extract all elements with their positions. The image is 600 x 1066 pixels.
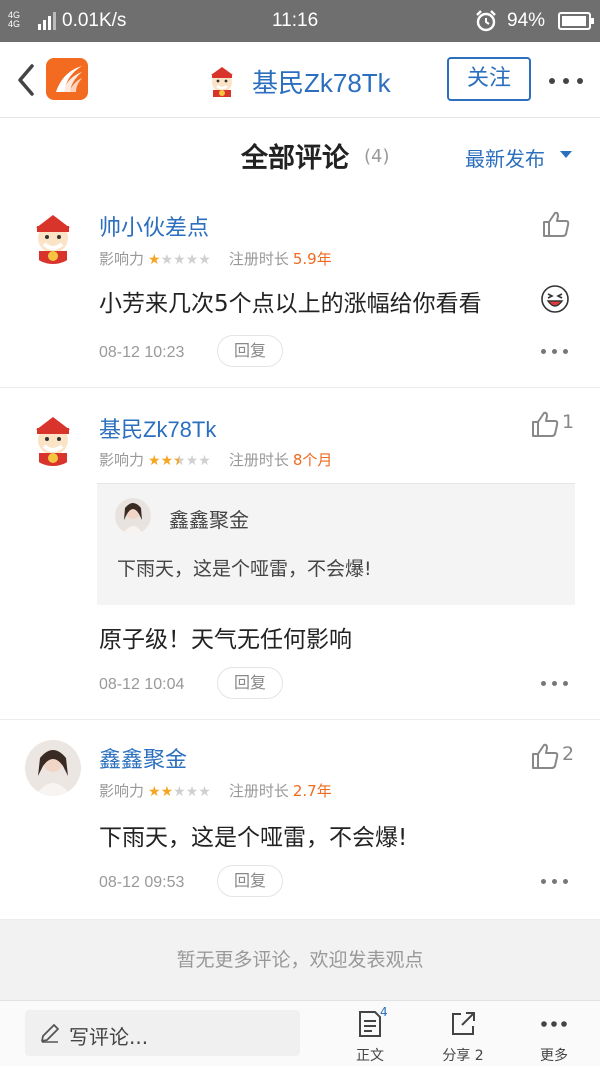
no-more-comments: 暂无更多评论，欢迎发表观点	[0, 920, 600, 1000]
comment-text: 下雨天，这是个哑雷，不会爆!	[99, 825, 408, 851]
quote-text: 下雨天，这是个哑雷，不会爆!	[117, 558, 372, 580]
username[interactable]: 鑫鑫聚金	[99, 742, 187, 774]
comment-text: 小芳来几次5个点以上的涨幅给你看看	[99, 291, 482, 317]
influence-stars: ★★★★★★	[148, 453, 211, 469]
comment-time: 08-12 10:04	[99, 676, 185, 693]
share-button[interactable]: 分享 2	[433, 1007, 493, 1064]
header-username[interactable]: 基民Zk78Tk	[252, 63, 391, 100]
caret-down-icon[interactable]	[560, 151, 572, 158]
more-dots-icon[interactable]	[549, 78, 583, 84]
reply-button[interactable]: 回复	[217, 865, 283, 897]
like-count: 1	[562, 411, 575, 433]
avatar[interactable]	[25, 208, 81, 264]
alarm-icon	[476, 10, 496, 32]
battery-icon	[558, 12, 594, 30]
status-bar: 4G 4G 0.01K/s 11:16 94%	[0, 0, 600, 42]
top-nav: 基民Zk78Tk 关注	[0, 42, 600, 118]
share-icon	[452, 1012, 475, 1035]
comments-title: 全部评论	[241, 143, 349, 174]
quoted-comment[interactable]: 鑫鑫聚金 下雨天，这是个哑雷，不会爆!	[97, 483, 575, 605]
quote-avatar	[115, 498, 151, 534]
thumbs-up-icon[interactable]	[530, 410, 560, 438]
comment-item: 基民Zk78Tk 影响力★★★★★★注册时长8个月 1 鑫鑫聚金 下雨天，这是个…	[0, 388, 600, 720]
clock: 11:16	[272, 10, 319, 31]
reply-button[interactable]: 回复	[217, 335, 283, 367]
network-indicator: 4G 4G	[8, 10, 21, 29]
follow-button[interactable]: 关注	[447, 57, 531, 101]
network-speed: 0.01K/s	[62, 10, 127, 31]
username[interactable]: 基民Zk78Tk	[99, 412, 216, 444]
write-comment-input[interactable]: 写评论...	[25, 1010, 300, 1056]
influence-stars: ★★★★★	[148, 784, 211, 800]
avatar[interactable]	[25, 410, 81, 466]
user-avatar[interactable]	[205, 63, 239, 97]
battery-percent: 94%	[507, 10, 546, 31]
comment-time: 08-12 09:53	[99, 874, 185, 891]
quote-username: 鑫鑫聚金	[169, 508, 249, 532]
more-dots-icon	[541, 1021, 567, 1027]
comment-item: 鑫鑫聚金 影响力 ★★★★★ 注册时长 2.7年 2 下雨天，这是个哑雷，不会爆! 0…	[0, 720, 600, 920]
comment-more-icon[interactable]	[541, 879, 569, 885]
comments-count: (4)	[364, 146, 390, 167]
like-count: 2	[562, 743, 575, 765]
username[interactable]: 帅小伙差点	[99, 210, 209, 242]
reply-button[interactable]: 回复	[217, 667, 283, 699]
thumbs-up-icon[interactable]	[541, 210, 571, 238]
comment-item: 帅小伙差点 影响力 ★★★★★ 注册时长 5.9年 小芳来几次5个点以上的涨幅给你看看…	[0, 188, 600, 388]
pen-icon	[41, 1024, 59, 1043]
signal-icon	[38, 12, 56, 30]
body-badge: 4	[380, 1005, 388, 1019]
comment-more-icon[interactable]	[541, 349, 569, 355]
influence-stars: ★★★★★	[148, 252, 211, 268]
avatar[interactable]	[25, 740, 81, 796]
body-button[interactable]: 4 正文	[340, 1005, 400, 1064]
user-meta: 影响力 ★★★★★ 注册时长 5.9年	[99, 250, 332, 268]
user-meta: 影响力★★★★★★注册时长8个月	[99, 451, 333, 469]
user-meta: 影响力 ★★★★★ 注册时长 2.7年	[99, 782, 332, 800]
comment-more-icon[interactable]	[541, 681, 569, 687]
comment-time: 08-12 10:23	[99, 344, 185, 361]
bottom-toolbar: 写评论... 4 正文 分享 2 更多	[0, 1000, 600, 1066]
app-logo[interactable]	[46, 58, 88, 100]
more-button[interactable]: 更多	[524, 1007, 584, 1064]
comment-text: 原子级！天气无任何影响	[99, 627, 352, 653]
thumbs-up-icon[interactable]	[530, 742, 560, 770]
back-arrow-icon[interactable]	[14, 62, 38, 98]
laughing-emoji-icon	[541, 285, 569, 313]
sort-dropdown[interactable]: 最新发布	[465, 143, 545, 172]
